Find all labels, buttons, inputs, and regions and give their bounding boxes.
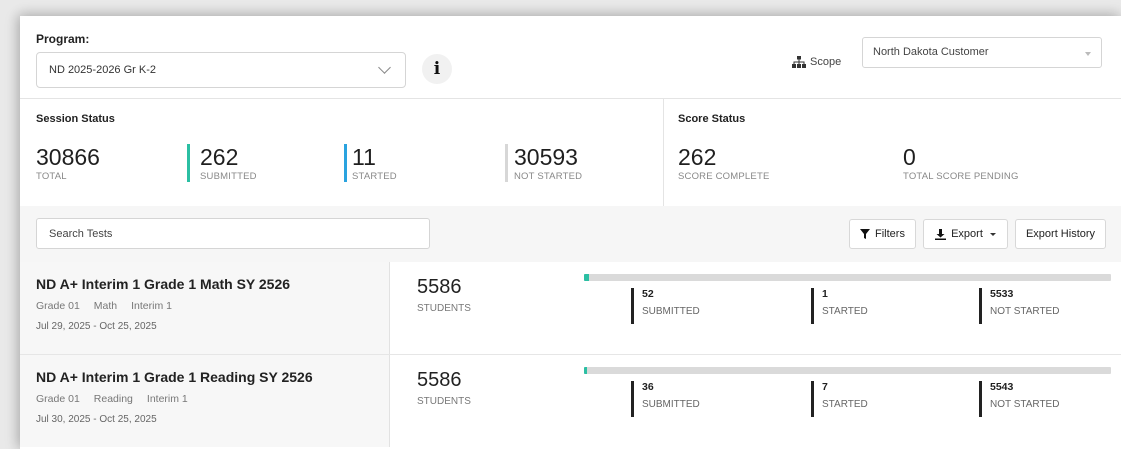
- progress-bar: [584, 367, 1111, 374]
- students-label: STUDENTS: [417, 396, 471, 407]
- score-pending-label: TOTAL SCORE PENDING: [903, 171, 1019, 182]
- export-button-label: Export: [951, 228, 983, 240]
- session-submitted-value: 262: [200, 144, 239, 170]
- not-started-stat: 5533 NOT STARTED: [979, 288, 1059, 324]
- submitted-stat: 52 SUBMITTED: [631, 288, 700, 324]
- submitted-label: SUBMITTED: [642, 399, 700, 410]
- program-label: Program:: [36, 32, 90, 46]
- session-started-value: 11: [352, 144, 376, 170]
- program-select[interactable]: ND 2025-2026 Gr K-2: [36, 52, 406, 88]
- score-status-title: Score Status: [678, 113, 746, 125]
- session-submitted-label: SUBMITTED: [200, 171, 257, 182]
- students-label: STUDENTS: [417, 303, 471, 314]
- progress-fill: [584, 367, 588, 374]
- started-label: STARTED: [822, 399, 868, 410]
- session-started-stat: 11 STARTED: [344, 144, 397, 182]
- started-label: STARTED: [822, 306, 868, 317]
- submitted-count: 52: [642, 288, 654, 300]
- filters-button[interactable]: Filters: [849, 219, 916, 249]
- download-icon: [935, 228, 947, 240]
- filters-button-label: Filters: [875, 228, 905, 240]
- caret-down-icon: [989, 232, 996, 236]
- export-history-button-label: Export History: [1025, 228, 1096, 240]
- test-tags: Grade 01 Reading Interim 1: [36, 393, 373, 405]
- score-complete-label: SCORE COMPLETE: [678, 171, 770, 182]
- students-count: 5586: [417, 276, 462, 298]
- hierarchy-icon: [792, 56, 806, 68]
- search-input[interactable]: Search Tests: [36, 218, 430, 249]
- test-subject: Reading: [93, 393, 133, 405]
- scope-select-value: North Dakota Customer: [873, 46, 989, 58]
- score-pending-stat: 0 TOTAL SCORE PENDING: [903, 144, 1019, 182]
- session-total-value: 30866: [36, 144, 100, 170]
- submitted-stat: 36 SUBMITTED: [631, 381, 700, 417]
- program-select-value: ND 2025-2026 Gr K-2: [49, 64, 156, 76]
- progress-bar: [584, 274, 1111, 281]
- test-info: ND A+ Interim 1 Grade 1 Math SY 2526 Gra…: [20, 262, 389, 354]
- info-button[interactable]: i: [422, 54, 452, 84]
- score-pending-value: 0: [903, 144, 916, 170]
- assessment-dashboard-card: Program: ND 2025-2026 Gr K-2 i Scope Nor…: [20, 16, 1121, 449]
- submitted-count: 36: [642, 381, 654, 393]
- divider: [389, 262, 390, 354]
- session-total-label: TOTAL: [36, 171, 67, 182]
- students-stat: 5586 STUDENTS: [417, 276, 471, 314]
- test-info: ND A+ Interim 1 Grade 1 Reading SY 2526 …: [20, 355, 389, 447]
- not-started-label: NOT STARTED: [990, 306, 1060, 317]
- not-started-stat: 5543 NOT STARTED: [979, 381, 1059, 417]
- score-complete-value: 262: [678, 144, 717, 170]
- started-stat: 7 STARTED: [811, 381, 868, 417]
- not-started-label: NOT STARTED: [990, 399, 1060, 410]
- divider: [389, 355, 390, 447]
- students-stat: 5586 STUDENTS: [417, 369, 471, 407]
- search-placeholder: Search Tests: [49, 227, 113, 240]
- not-started-count: 5533: [990, 288, 1014, 300]
- test-grade: Grade 01: [36, 300, 80, 312]
- test-grade: Grade 01: [36, 393, 80, 405]
- not-started-count: 5543: [990, 381, 1014, 393]
- scope-label-group: Scope: [792, 52, 841, 72]
- progress-fill: [584, 274, 589, 281]
- scope-select[interactable]: North Dakota Customer: [862, 37, 1102, 68]
- test-tags: Grade 01 Math Interim 1: [36, 300, 373, 312]
- students-count: 5586: [417, 369, 462, 391]
- test-title[interactable]: ND A+ Interim 1 Grade 1 Reading SY 2526: [36, 369, 373, 385]
- session-started-label: STARTED: [352, 171, 397, 182]
- score-complete-stat: 262 SCORE COMPLETE: [678, 144, 769, 182]
- section-divider: [663, 99, 664, 206]
- session-not-started-label: NOT STARTED: [514, 171, 583, 182]
- chevron-down-icon: [378, 61, 391, 74]
- test-title[interactable]: ND A+ Interim 1 Grade 1 Math SY 2526: [36, 276, 373, 292]
- session-not-started-value: 30593: [514, 144, 578, 170]
- test-subject: Math: [93, 300, 118, 312]
- caret-down-icon: [1085, 52, 1091, 56]
- scope-label: Scope: [810, 56, 842, 68]
- session-total-stat: 30866 TOTAL: [36, 144, 100, 182]
- test-type: Interim 1: [146, 393, 188, 405]
- test-row[interactable]: ND A+ Interim 1 Grade 1 Math SY 2526 Gra…: [20, 262, 1121, 354]
- started-stat: 1 STARTED: [811, 288, 868, 324]
- info-icon: i: [433, 59, 441, 79]
- test-dates: Jul 29, 2025 - Oct 25, 2025: [36, 321, 157, 332]
- filter-icon: [860, 229, 871, 239]
- test-dates: Jul 30, 2025 - Oct 25, 2025: [36, 414, 157, 425]
- divider: [20, 98, 1121, 99]
- session-status-title: Session Status: [36, 113, 115, 125]
- started-count: 7: [822, 381, 828, 393]
- test-row[interactable]: ND A+ Interim 1 Grade 1 Reading SY 2526 …: [20, 355, 1121, 447]
- export-history-button[interactable]: Export History: [1015, 219, 1106, 249]
- test-type: Interim 1: [131, 300, 172, 312]
- session-submitted-stat: 262 SUBMITTED: [187, 144, 257, 182]
- export-button[interactable]: Export: [923, 219, 1008, 249]
- submitted-label: SUBMITTED: [642, 306, 700, 317]
- session-not-started-stat: 30593 NOT STARTED: [505, 144, 582, 182]
- started-count: 1: [822, 288, 828, 300]
